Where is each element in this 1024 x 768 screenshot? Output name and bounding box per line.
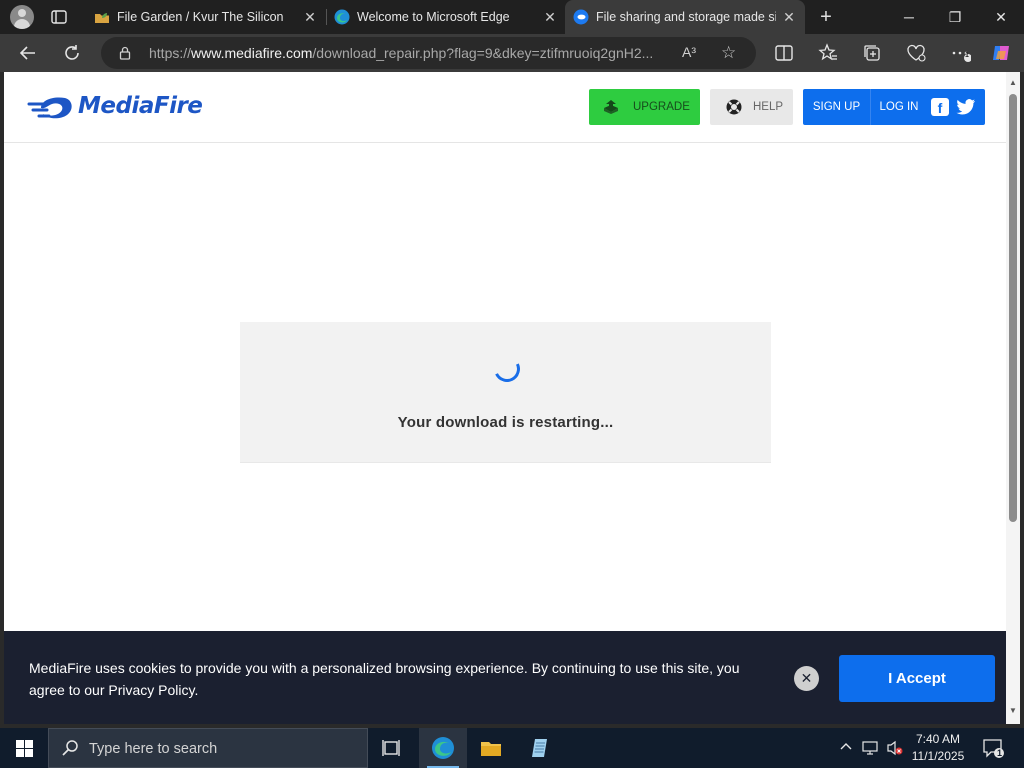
cookie-banner-text: MediaFire uses cookies to provide you wi…	[29, 660, 740, 698]
scroll-down-arrow-icon[interactable]: ▼	[1008, 706, 1018, 715]
sign-up-button[interactable]: SIGN UP	[803, 89, 871, 125]
folder-plant-icon	[94, 9, 110, 25]
profile-avatar[interactable]	[10, 5, 34, 29]
windows-logo-icon	[16, 740, 33, 757]
help-label: HELP	[753, 101, 784, 113]
tab-close-icon[interactable]: ✕	[781, 9, 797, 25]
tab-strip: File Garden / Kvur The Silicon ✕ Welcome…	[0, 0, 1024, 34]
taskbar-notepad-button[interactable]	[516, 728, 564, 768]
clock-date: 11/1/2025	[911, 749, 965, 763]
folder-icon	[481, 742, 501, 756]
url-domain: www.mediafire.com	[191, 45, 313, 61]
browser-essentials-icon[interactable]	[905, 42, 927, 64]
minimize-button[interactable]: ─	[886, 0, 932, 34]
search-placeholder: Type here to search	[89, 741, 218, 757]
tab-close-icon[interactable]: ✕	[542, 9, 558, 25]
back-arrow-icon[interactable]	[17, 42, 39, 64]
new-tab-button[interactable]: +	[816, 7, 836, 27]
lock-icon[interactable]	[118, 46, 132, 60]
start-button[interactable]	[0, 728, 48, 768]
tab-microsoft-edge[interactable]: Welcome to Microsoft Edge ✕	[326, 0, 564, 34]
url-text[interactable]: https://www.mediafire.com/download_repai…	[149, 45, 653, 61]
maximize-button[interactable]: ❐	[932, 0, 978, 34]
facebook-icon[interactable]: f	[931, 98, 949, 116]
network-icon[interactable]	[862, 740, 880, 759]
edge-icon	[334, 9, 350, 25]
edge-icon	[432, 737, 454, 759]
upgrade-label: UPGRADE	[633, 101, 690, 113]
upgrade-button[interactable]: UPGRADE	[589, 89, 700, 125]
mediafire-flame-icon	[27, 97, 72, 119]
search-icon	[61, 739, 79, 762]
tab-title: File Garden / Kvur The Silicon	[117, 10, 284, 24]
upgrade-box-icon	[603, 99, 619, 118]
split-screen-icon[interactable]	[773, 42, 795, 64]
site-header: MediaFire UPGRADE HELP SIGN UP LOG IN f	[4, 72, 1006, 143]
auth-button-group: SIGN UP LOG IN f	[803, 89, 985, 125]
logo-wordmark: MediaFire	[78, 93, 203, 119]
cookie-close-button[interactable]: ✕	[794, 666, 819, 691]
avatar-body	[14, 19, 30, 29]
url-path: /download_repair.php?flag=9&dkey=ztifmru…	[312, 45, 654, 61]
task-view-icon	[382, 740, 400, 756]
scrollbar-thumb[interactable]	[1009, 94, 1017, 522]
notification-count-badge: 1	[997, 748, 1003, 758]
log-in-button[interactable]: LOG IN	[872, 89, 926, 125]
cookie-accept-button[interactable]: I Accept	[839, 655, 995, 702]
twitter-icon[interactable]	[956, 98, 976, 119]
clock-time: 7:40 AM	[915, 732, 961, 746]
system-clock[interactable]: 7:40 AM 11/1/2025	[906, 731, 970, 765]
help-button[interactable]: HELP	[710, 89, 793, 125]
taskbar-file-explorer-button[interactable]	[467, 728, 515, 768]
refresh-icon[interactable]	[61, 42, 83, 64]
taskbar-search-box[interactable]: Type here to search	[48, 728, 368, 768]
mediafire-favicon-icon	[573, 9, 589, 25]
notification-center-icon[interactable]: 1	[982, 737, 1004, 764]
tab-actions-icon[interactable]	[50, 8, 68, 26]
tab-file-garden[interactable]: File Garden / Kvur The Silicon ✕	[86, 0, 326, 34]
read-aloud-icon[interactable]: A³	[682, 44, 696, 60]
windows-taskbar: Type here to search 7:40 AM 11/1/2025 1	[0, 728, 1024, 768]
address-bar[interactable]: https://www.mediafire.com/download_repai…	[101, 37, 756, 69]
extensions-badge: 1	[965, 52, 969, 59]
show-hidden-icons-chevron-icon[interactable]	[839, 740, 853, 757]
lifebuoy-icon	[725, 98, 743, 119]
tab-title: File sharing and storage made sim	[596, 10, 776, 24]
volume-muted-icon[interactable]	[886, 740, 904, 759]
avatar-head	[18, 9, 26, 17]
notepad-icon	[532, 739, 547, 757]
task-view-button[interactable]	[368, 728, 416, 768]
download-status-card: Your download is restarting...	[240, 322, 771, 463]
cookie-banner: MediaFire uses cookies to provide you wi…	[4, 631, 1006, 724]
page-scrollbar[interactable]: ▲ ▼	[1006, 72, 1020, 724]
url-scheme: https://	[149, 45, 192, 61]
status-message: Your download is restarting...	[397, 414, 614, 431]
taskbar-edge-button[interactable]	[419, 728, 467, 768]
close-window-button[interactable]: ✕	[978, 0, 1024, 34]
collections-icon[interactable]	[861, 42, 883, 64]
loading-spinner-icon	[490, 352, 524, 386]
favorites-icon[interactable]	[817, 42, 839, 64]
tab-close-icon[interactable]: ✕	[302, 9, 318, 25]
favorite-star-icon[interactable]: ☆	[721, 44, 736, 62]
scroll-up-arrow-icon[interactable]: ▲	[1008, 78, 1018, 87]
more-options-icon[interactable]: 1	[949, 42, 971, 64]
browser-toolbar: https://www.mediafire.com/download_repai…	[0, 34, 1024, 72]
tab-title: Welcome to Microsoft Edge	[357, 10, 510, 24]
tab-mediafire[interactable]: File sharing and storage made sim ✕	[565, 0, 805, 34]
copilot-icon[interactable]	[990, 42, 1012, 64]
page-viewport: MediaFire UPGRADE HELP SIGN UP LOG IN f …	[4, 72, 1006, 724]
